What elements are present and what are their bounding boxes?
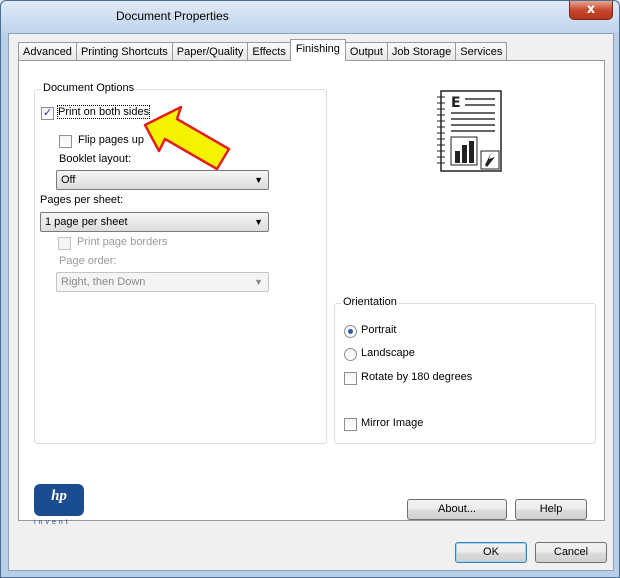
chevron-down-icon: ▼ bbox=[254, 217, 263, 227]
tab-output[interactable]: Output bbox=[344, 42, 388, 61]
close-icon: x bbox=[586, 2, 596, 17]
tab-printing-shortcuts[interactable]: Printing Shortcuts bbox=[75, 42, 173, 61]
about-button[interactable]: About... bbox=[407, 499, 507, 520]
print-page-borders-checkbox[interactable] bbox=[58, 237, 71, 250]
checkmark-icon: ✓ bbox=[43, 106, 53, 119]
chevron-down-icon: ▼ bbox=[254, 175, 263, 185]
cancel-button[interactable]: Cancel bbox=[535, 542, 607, 563]
dialog-client: Advanced Printing Shortcuts Paper/Qualit… bbox=[8, 33, 614, 571]
booklet-layout-label: Booklet layout: bbox=[59, 153, 132, 165]
pages-per-sheet-label: Pages per sheet: bbox=[40, 194, 124, 206]
page-order-select[interactable]: Right, then Down ▼ bbox=[56, 272, 269, 292]
help-button[interactable]: Help bbox=[515, 499, 587, 520]
finishing-tab-page: Document Options ✓ Print on both sides F… bbox=[18, 60, 605, 521]
rotate-180-checkbox[interactable] bbox=[344, 372, 357, 385]
tab-job-storage[interactable]: Job Storage bbox=[386, 42, 457, 61]
close-button[interactable]: x bbox=[569, 1, 613, 20]
flip-pages-up-checkbox[interactable] bbox=[59, 135, 72, 148]
document-properties-window: Document Properties x Advanced Printing … bbox=[0, 0, 620, 578]
page-order-label: Page order: bbox=[59, 255, 117, 267]
mirror-image-label[interactable]: Mirror Image bbox=[361, 417, 423, 429]
tab-services[interactable]: Services bbox=[455, 42, 508, 61]
print-page-borders-label: Print page borders bbox=[77, 236, 168, 248]
portrait-radio[interactable] bbox=[344, 325, 357, 338]
landscape-radio[interactable] bbox=[344, 348, 357, 361]
pages-per-sheet-value: 1 page per sheet bbox=[45, 216, 128, 228]
tab-effects[interactable]: Effects bbox=[247, 42, 291, 61]
orientation-label: Orientation bbox=[341, 296, 399, 308]
title-bar[interactable]: Document Properties x bbox=[1, 1, 619, 33]
mirror-image-checkbox[interactable] bbox=[344, 418, 357, 431]
landscape-label[interactable]: Landscape bbox=[361, 347, 415, 359]
rotate-180-label[interactable]: Rotate by 180 degrees bbox=[361, 371, 472, 383]
tab-strip: Advanced Printing Shortcuts Paper/Qualit… bbox=[18, 39, 508, 61]
hp-invent-text: invent bbox=[34, 519, 71, 526]
yellow-arrow-icon bbox=[143, 105, 231, 171]
print-both-sides-checkbox[interactable]: ✓ bbox=[41, 106, 54, 120]
tab-advanced[interactable]: Advanced bbox=[18, 42, 77, 61]
ok-button[interactable]: OK bbox=[455, 542, 527, 563]
tab-paper-quality[interactable]: Paper/Quality bbox=[171, 42, 249, 61]
booklet-layout-value: Off bbox=[61, 174, 76, 186]
document-options-label: Document Options bbox=[41, 82, 137, 94]
radio-selected-dot bbox=[348, 329, 353, 334]
hp-logo-text: hp bbox=[51, 488, 67, 504]
hp-logo: hp bbox=[34, 484, 84, 516]
chevron-down-icon: ▼ bbox=[254, 277, 263, 287]
pages-per-sheet-select[interactable]: 1 page per sheet ▼ bbox=[40, 212, 269, 232]
flip-pages-up-label[interactable]: Flip pages up bbox=[78, 134, 144, 146]
document-preview-icon: E bbox=[437, 90, 502, 172]
page-order-value: Right, then Down bbox=[61, 276, 146, 288]
print-both-sides-label[interactable]: Print on both sides bbox=[56, 105, 151, 119]
portrait-label[interactable]: Portrait bbox=[361, 324, 396, 336]
svg-text:E: E bbox=[451, 95, 461, 111]
tab-finishing[interactable]: Finishing bbox=[289, 39, 346, 61]
window-title: Document Properties bbox=[116, 9, 229, 23]
